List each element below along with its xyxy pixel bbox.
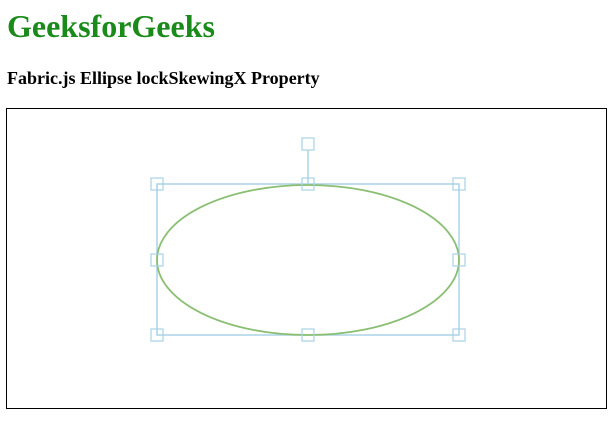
canvas-drawing: [150, 137, 466, 342]
ellipse-shape[interactable]: [156, 184, 460, 336]
rotate-control[interactable]: [301, 137, 315, 151]
page-subtitle: Fabric.js Ellipse lockSkewingX Property: [7, 68, 320, 88]
fabric-canvas[interactable]: [6, 108, 607, 409]
page-title: GeeksforGeeks: [7, 8, 215, 44]
